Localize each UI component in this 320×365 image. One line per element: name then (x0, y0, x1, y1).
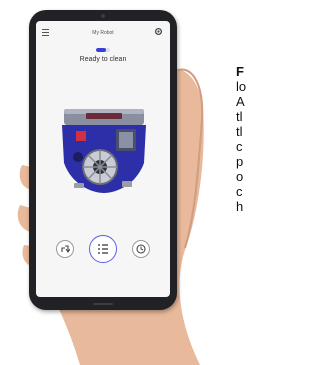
side-text-line: lo (236, 79, 247, 94)
schedule-button[interactable] (132, 240, 150, 258)
side-text-line: c (236, 184, 243, 199)
robot-vacuum-image (62, 109, 146, 193)
clock-icon (136, 244, 146, 254)
gear-icon[interactable] (154, 27, 163, 36)
bottom-controls (36, 231, 170, 271)
phone-speaker (93, 303, 113, 305)
battery-fill (96, 48, 106, 52)
side-text-line: p (236, 154, 244, 169)
phone-device: My Robot Ready to clean (29, 10, 177, 310)
clean-list-icon (98, 244, 108, 254)
side-text-line: tl (236, 124, 243, 139)
app-screen: My Robot Ready to clean (36, 21, 170, 297)
top-bar: My Robot (36, 21, 170, 41)
side-text-line: A (236, 94, 245, 109)
dock-icon (61, 245, 70, 253)
side-text-line: h (236, 199, 244, 214)
side-text: F lo A tl tl c p o c h (236, 64, 266, 214)
side-text-line: o (236, 169, 244, 184)
camera-icon (101, 14, 105, 18)
battery-indicator (96, 48, 110, 52)
clean-button[interactable] (89, 235, 117, 263)
side-text-line: c (236, 139, 243, 154)
status-text: Ready to clean (79, 56, 127, 63)
dock-button[interactable] (56, 240, 74, 258)
side-text-line: tl (236, 109, 243, 124)
app-title: My Robot (92, 30, 114, 36)
side-text-line: F (236, 64, 244, 79)
